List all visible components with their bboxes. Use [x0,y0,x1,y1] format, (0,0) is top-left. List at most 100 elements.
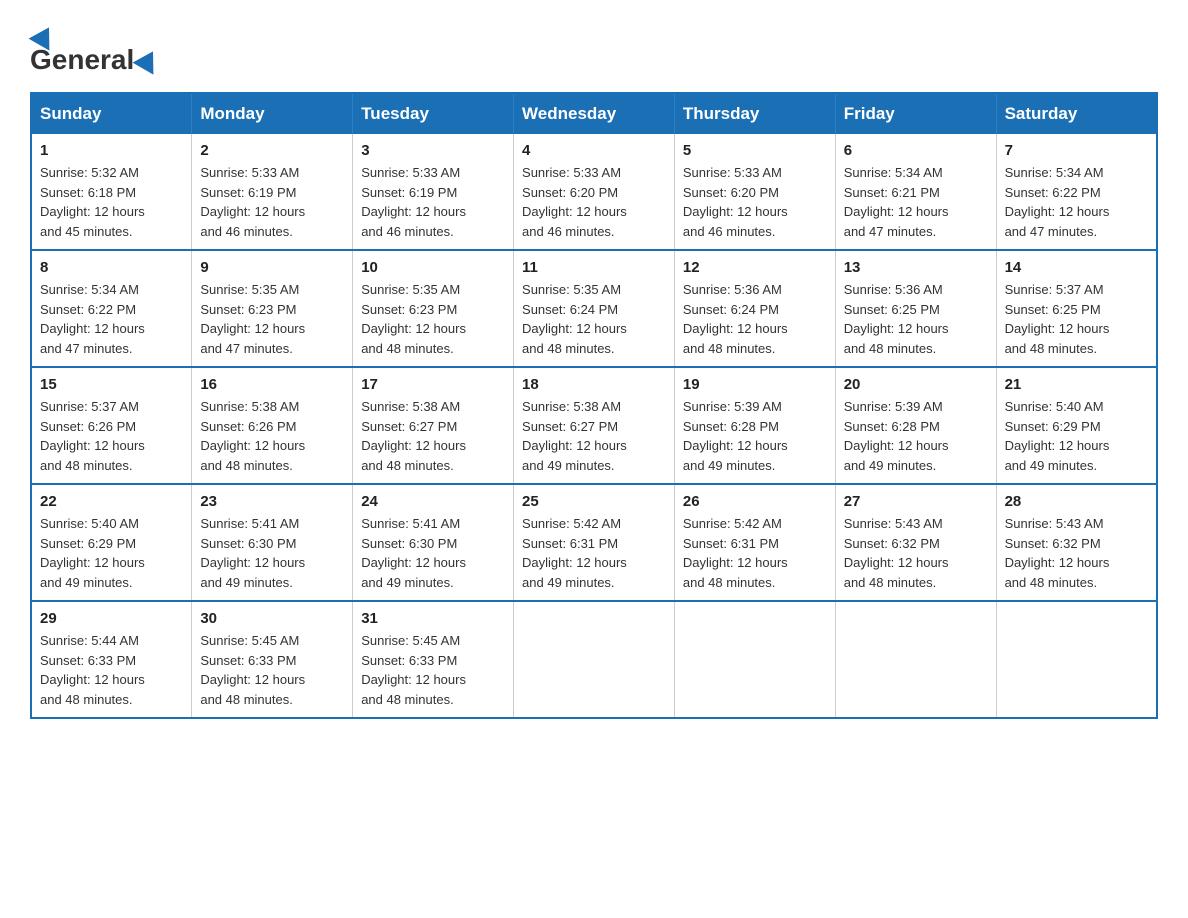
calendar-cell: 21 Sunrise: 5:40 AM Sunset: 6:29 PM Dayl… [996,367,1157,484]
day-info: Sunrise: 5:38 AM Sunset: 6:27 PM Dayligh… [522,397,666,475]
col-header-saturday: Saturday [996,93,1157,134]
calendar-cell: 31 Sunrise: 5:45 AM Sunset: 6:33 PM Dayl… [353,601,514,718]
day-number: 15 [40,376,183,393]
calendar-cell: 4 Sunrise: 5:33 AM Sunset: 6:20 PM Dayli… [514,134,675,250]
day-number: 8 [40,259,183,276]
calendar-cell: 1 Sunrise: 5:32 AM Sunset: 6:18 PM Dayli… [31,134,192,250]
day-info: Sunrise: 5:33 AM Sunset: 6:20 PM Dayligh… [522,163,666,241]
day-number: 5 [683,142,827,159]
logo: General [30,20,162,72]
calendar-week-row: 1 Sunrise: 5:32 AM Sunset: 6:18 PM Dayli… [31,134,1157,250]
col-header-wednesday: Wednesday [514,93,675,134]
col-header-sunday: Sunday [31,93,192,134]
day-number: 10 [361,259,505,276]
day-number: 27 [844,493,988,510]
calendar-cell: 11 Sunrise: 5:35 AM Sunset: 6:24 PM Dayl… [514,250,675,367]
calendar-cell: 17 Sunrise: 5:38 AM Sunset: 6:27 PM Dayl… [353,367,514,484]
day-info: Sunrise: 5:34 AM Sunset: 6:22 PM Dayligh… [40,280,183,358]
day-number: 22 [40,493,183,510]
calendar-cell: 28 Sunrise: 5:43 AM Sunset: 6:32 PM Dayl… [996,484,1157,601]
calendar-week-row: 15 Sunrise: 5:37 AM Sunset: 6:26 PM Dayl… [31,367,1157,484]
day-info: Sunrise: 5:38 AM Sunset: 6:27 PM Dayligh… [361,397,505,475]
day-number: 18 [522,376,666,393]
day-number: 9 [200,259,344,276]
day-info: Sunrise: 5:34 AM Sunset: 6:22 PM Dayligh… [1005,163,1148,241]
day-info: Sunrise: 5:43 AM Sunset: 6:32 PM Dayligh… [844,514,988,592]
day-info: Sunrise: 5:45 AM Sunset: 6:33 PM Dayligh… [361,631,505,709]
calendar-cell: 10 Sunrise: 5:35 AM Sunset: 6:23 PM Dayl… [353,250,514,367]
day-number: 11 [522,259,666,276]
day-number: 4 [522,142,666,159]
calendar-cell: 14 Sunrise: 5:37 AM Sunset: 6:25 PM Dayl… [996,250,1157,367]
calendar-cell: 18 Sunrise: 5:38 AM Sunset: 6:27 PM Dayl… [514,367,675,484]
day-info: Sunrise: 5:45 AM Sunset: 6:33 PM Dayligh… [200,631,344,709]
calendar-cell: 22 Sunrise: 5:40 AM Sunset: 6:29 PM Dayl… [31,484,192,601]
day-number: 14 [1005,259,1148,276]
calendar-cell: 29 Sunrise: 5:44 AM Sunset: 6:33 PM Dayl… [31,601,192,718]
day-info: Sunrise: 5:36 AM Sunset: 6:24 PM Dayligh… [683,280,827,358]
day-info: Sunrise: 5:39 AM Sunset: 6:28 PM Dayligh… [844,397,988,475]
day-info: Sunrise: 5:43 AM Sunset: 6:32 PM Dayligh… [1005,514,1148,592]
day-number: 12 [683,259,827,276]
calendar-cell: 6 Sunrise: 5:34 AM Sunset: 6:21 PM Dayli… [835,134,996,250]
day-info: Sunrise: 5:35 AM Sunset: 6:24 PM Dayligh… [522,280,666,358]
day-number: 24 [361,493,505,510]
calendar-cell [996,601,1157,718]
calendar-cell: 5 Sunrise: 5:33 AM Sunset: 6:20 PM Dayli… [674,134,835,250]
day-info: Sunrise: 5:40 AM Sunset: 6:29 PM Dayligh… [1005,397,1148,475]
day-info: Sunrise: 5:37 AM Sunset: 6:25 PM Dayligh… [1005,280,1148,358]
calendar-table: SundayMondayTuesdayWednesdayThursdayFrid… [30,92,1158,719]
calendar-cell: 15 Sunrise: 5:37 AM Sunset: 6:26 PM Dayl… [31,367,192,484]
day-info: Sunrise: 5:37 AM Sunset: 6:26 PM Dayligh… [40,397,183,475]
day-info: Sunrise: 5:38 AM Sunset: 6:26 PM Dayligh… [200,397,344,475]
calendar-cell: 12 Sunrise: 5:36 AM Sunset: 6:24 PM Dayl… [674,250,835,367]
calendar-cell: 23 Sunrise: 5:41 AM Sunset: 6:30 PM Dayl… [192,484,353,601]
calendar-cell: 19 Sunrise: 5:39 AM Sunset: 6:28 PM Dayl… [674,367,835,484]
day-info: Sunrise: 5:33 AM Sunset: 6:20 PM Dayligh… [683,163,827,241]
calendar-week-row: 22 Sunrise: 5:40 AM Sunset: 6:29 PM Dayl… [31,484,1157,601]
day-number: 19 [683,376,827,393]
day-number: 31 [361,610,505,627]
calendar-cell: 30 Sunrise: 5:45 AM Sunset: 6:33 PM Dayl… [192,601,353,718]
day-number: 21 [1005,376,1148,393]
day-number: 1 [40,142,183,159]
day-number: 13 [844,259,988,276]
calendar-cell: 3 Sunrise: 5:33 AM Sunset: 6:19 PM Dayli… [353,134,514,250]
calendar-cell [835,601,996,718]
col-header-tuesday: Tuesday [353,93,514,134]
day-number: 2 [200,142,344,159]
day-info: Sunrise: 5:33 AM Sunset: 6:19 PM Dayligh… [361,163,505,241]
calendar-cell: 2 Sunrise: 5:33 AM Sunset: 6:19 PM Dayli… [192,134,353,250]
day-info: Sunrise: 5:36 AM Sunset: 6:25 PM Dayligh… [844,280,988,358]
day-number: 7 [1005,142,1148,159]
col-header-thursday: Thursday [674,93,835,134]
day-number: 16 [200,376,344,393]
day-info: Sunrise: 5:44 AM Sunset: 6:33 PM Dayligh… [40,631,183,709]
day-info: Sunrise: 5:42 AM Sunset: 6:31 PM Dayligh… [522,514,666,592]
calendar-cell: 7 Sunrise: 5:34 AM Sunset: 6:22 PM Dayli… [996,134,1157,250]
day-number: 6 [844,142,988,159]
day-info: Sunrise: 5:33 AM Sunset: 6:19 PM Dayligh… [200,163,344,241]
day-number: 17 [361,376,505,393]
day-number: 23 [200,493,344,510]
calendar-cell: 27 Sunrise: 5:43 AM Sunset: 6:32 PM Dayl… [835,484,996,601]
col-header-friday: Friday [835,93,996,134]
day-number: 20 [844,376,988,393]
day-info: Sunrise: 5:35 AM Sunset: 6:23 PM Dayligh… [361,280,505,358]
day-info: Sunrise: 5:40 AM Sunset: 6:29 PM Dayligh… [40,514,183,592]
col-header-monday: Monday [192,93,353,134]
calendar-cell [674,601,835,718]
day-info: Sunrise: 5:35 AM Sunset: 6:23 PM Dayligh… [200,280,344,358]
calendar-cell: 13 Sunrise: 5:36 AM Sunset: 6:25 PM Dayl… [835,250,996,367]
day-info: Sunrise: 5:32 AM Sunset: 6:18 PM Dayligh… [40,163,183,241]
calendar-cell: 26 Sunrise: 5:42 AM Sunset: 6:31 PM Dayl… [674,484,835,601]
day-number: 30 [200,610,344,627]
day-number: 26 [683,493,827,510]
day-info: Sunrise: 5:42 AM Sunset: 6:31 PM Dayligh… [683,514,827,592]
day-number: 3 [361,142,505,159]
day-number: 28 [1005,493,1148,510]
day-info: Sunrise: 5:34 AM Sunset: 6:21 PM Dayligh… [844,163,988,241]
calendar-week-row: 29 Sunrise: 5:44 AM Sunset: 6:33 PM Dayl… [31,601,1157,718]
page-header: General [30,20,1158,72]
day-number: 29 [40,610,183,627]
